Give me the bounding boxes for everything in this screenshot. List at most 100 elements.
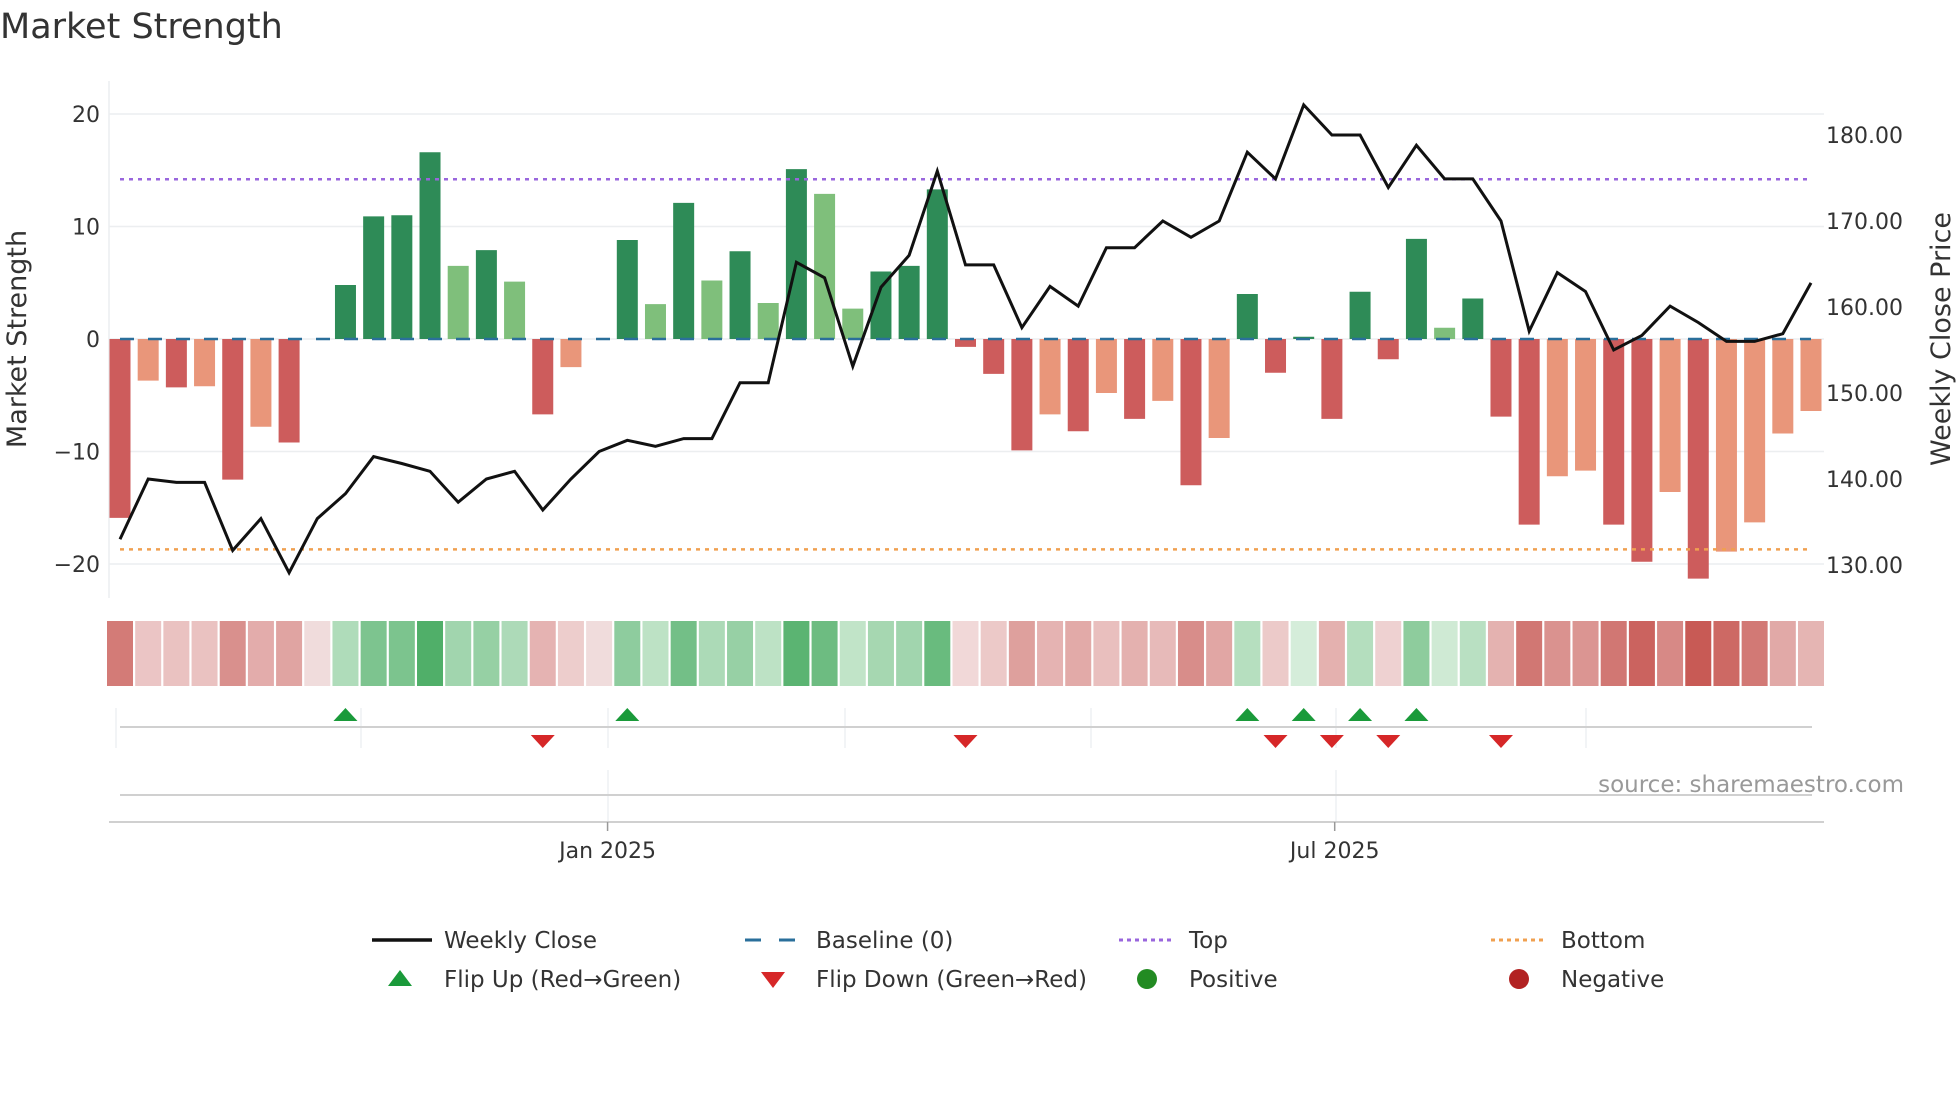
x-tick-label: Jan 2025 <box>557 839 656 864</box>
market-strength-chart: Market Strength Market Strength Weekly C… <box>0 7 1957 993</box>
strength-bar <box>278 339 300 443</box>
strength-bar <box>1800 339 1822 411</box>
strength-strip-cell <box>614 621 641 686</box>
strength-strip-cell <box>839 621 866 686</box>
strength-strip-cell <box>247 621 274 686</box>
y-axis-title: Market Strength <box>2 230 33 448</box>
strength-bar <box>1490 339 1512 417</box>
strength-strip-cell <box>1487 621 1514 686</box>
strength-bar <box>673 202 695 339</box>
strength-bar <box>1715 339 1737 552</box>
strength-strip-cell <box>1290 621 1317 686</box>
strength-strip-cell <box>219 621 246 686</box>
strength-strip-cell <box>1149 621 1176 686</box>
strength-bar <box>1321 339 1343 419</box>
strength-strip-cell <box>755 621 782 686</box>
strength-bar <box>926 189 948 339</box>
flip-down-marker <box>1376 735 1401 748</box>
y-tick-label: 20 <box>72 103 100 128</box>
strength-strip-cell <box>727 621 754 686</box>
strength-bar <box>447 265 469 339</box>
y2-tick-label: 150.00 <box>1826 382 1903 407</box>
strength-strip-cell <box>698 621 725 686</box>
strength-strip-cell <box>135 621 162 686</box>
legend-circle-icon <box>1509 969 1529 989</box>
legend-label: Flip Down (Green→Red) <box>816 967 1087 993</box>
strength-bar <box>363 216 385 339</box>
strength-bar <box>785 169 807 339</box>
strength-strip-cell <box>1431 621 1458 686</box>
strength-bar <box>504 281 526 339</box>
strength-strip-cell <box>1572 621 1599 686</box>
strength-bar <box>1011 339 1033 451</box>
strength-strip-cell <box>1459 621 1486 686</box>
strength-bar <box>334 285 356 339</box>
strength-strip-cell <box>1657 621 1684 686</box>
flip-up-marker <box>1348 708 1373 721</box>
strength-bar <box>644 304 666 339</box>
strength-strip-cell <box>1628 621 1655 686</box>
strength-bar <box>475 250 497 339</box>
flip-down-marker <box>1488 735 1513 748</box>
strength-strip-cell <box>1544 621 1571 686</box>
strength-bar <box>1208 339 1230 438</box>
strength-bar <box>1095 339 1117 393</box>
flip-up-marker <box>615 708 640 721</box>
flip-down-marker <box>1319 735 1344 748</box>
y2-tick-label: 170.00 <box>1826 210 1903 235</box>
strength-strip-cell <box>670 621 697 686</box>
strength-strip-cell <box>980 621 1007 686</box>
legend-label: Bottom <box>1561 928 1645 954</box>
strength-bar <box>1236 294 1258 339</box>
strength-bar <box>616 240 638 339</box>
strength-bar <box>1434 327 1456 339</box>
strength-strip-cell <box>952 621 979 686</box>
y-tick-label: 0 <box>86 328 100 353</box>
strength-strip-cell <box>1600 621 1627 686</box>
source-label: source: sharemaestro.com <box>1598 772 1904 798</box>
strength-bar <box>532 339 554 415</box>
strength-bar <box>983 339 1005 374</box>
strength-strip-cell <box>1769 621 1796 686</box>
strength-strip-cell <box>1516 621 1543 686</box>
strength-strip-cell <box>924 621 951 686</box>
strength-strip-cell <box>445 621 472 686</box>
strength-bar <box>814 193 836 339</box>
strength-bar <box>1039 339 1061 415</box>
strength-bar <box>165 339 187 388</box>
flip-up-marker <box>1235 708 1260 721</box>
strength-strip-cell <box>557 621 584 686</box>
strength-strip-cell <box>1121 621 1148 686</box>
y2-tick-label: 180.00 <box>1826 124 1903 149</box>
strength-strip-cell <box>107 621 133 686</box>
flip-down-marker <box>1263 735 1288 748</box>
strength-strip-cell <box>417 621 444 686</box>
flip-up-marker <box>1404 708 1429 721</box>
y-tick-label: −10 <box>54 441 100 466</box>
strength-bar <box>842 308 864 339</box>
strength-bar <box>1180 339 1202 486</box>
strength-bar <box>1631 339 1653 562</box>
y-tick-label: 10 <box>72 216 100 241</box>
legend-label: Positive <box>1189 967 1278 993</box>
strength-strip-cell <box>1685 621 1712 686</box>
strength-bar <box>560 339 582 368</box>
strength-bar <box>1405 238 1427 339</box>
strength-strip-cell <box>1065 621 1092 686</box>
legend-triangle-down-icon <box>761 972 785 988</box>
strength-bar <box>729 251 751 339</box>
strength-strip-cell <box>1375 621 1402 686</box>
flip-down-marker <box>530 735 555 748</box>
strength-bar <box>1575 339 1597 471</box>
strength-bar <box>391 215 413 339</box>
strength-bar <box>1659 339 1681 492</box>
flip-down-marker <box>953 735 978 748</box>
strength-strip-cell <box>1037 621 1064 686</box>
strength-bar <box>1518 339 1540 525</box>
strength-strip-cell <box>1008 621 1035 686</box>
strength-strip-cell <box>1318 621 1345 686</box>
flip-up-marker <box>1291 708 1316 721</box>
legend-triangle-up-icon <box>388 970 412 986</box>
strength-bar <box>898 265 920 339</box>
strength-bar <box>1265 339 1287 373</box>
